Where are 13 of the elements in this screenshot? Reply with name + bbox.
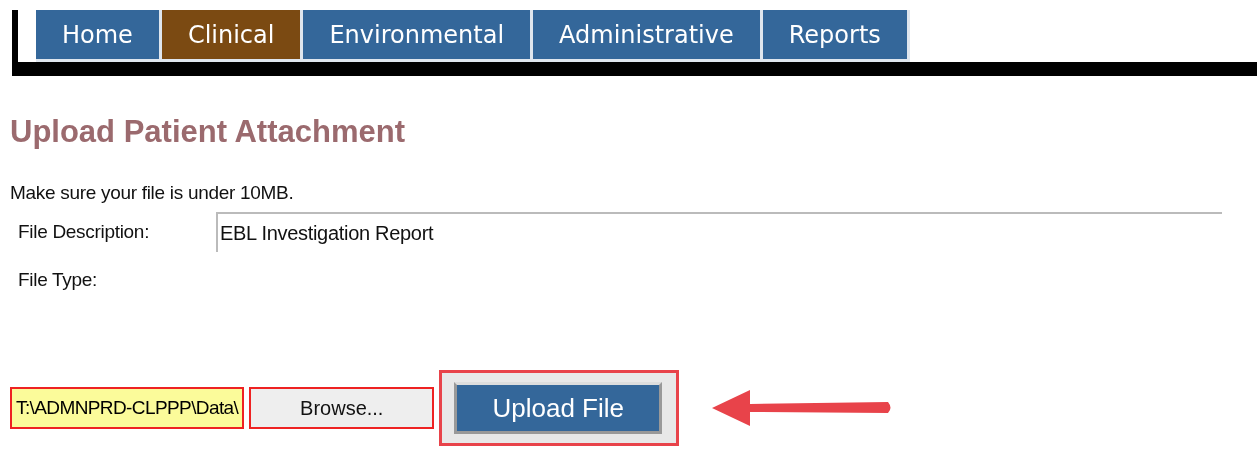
size-note: Make sure your file is under 10MB.: [10, 182, 295, 204]
nav-tab[interactable]: Clinical: [161, 10, 304, 62]
description-field[interactable]: EBL Investigation Report: [216, 212, 1222, 252]
nav-tab[interactable]: Reports: [762, 10, 910, 62]
nav-tab[interactable]: Administrative: [533, 10, 763, 62]
nav-tab[interactable]: Home: [36, 10, 162, 62]
file-path-field[interactable]: T:\ADMNPRD-CLPPP\Data\: [10, 387, 245, 429]
upload-button[interactable]: Upload File: [454, 382, 663, 434]
field-label: File Description:: [18, 221, 151, 243]
nav-tab[interactable]: Environmental: [303, 10, 534, 62]
browse-button[interactable]: Browse...: [249, 387, 435, 429]
field-label: File Type:: [18, 269, 99, 291]
page-heading: Upload Patient Attachment: [10, 114, 406, 150]
